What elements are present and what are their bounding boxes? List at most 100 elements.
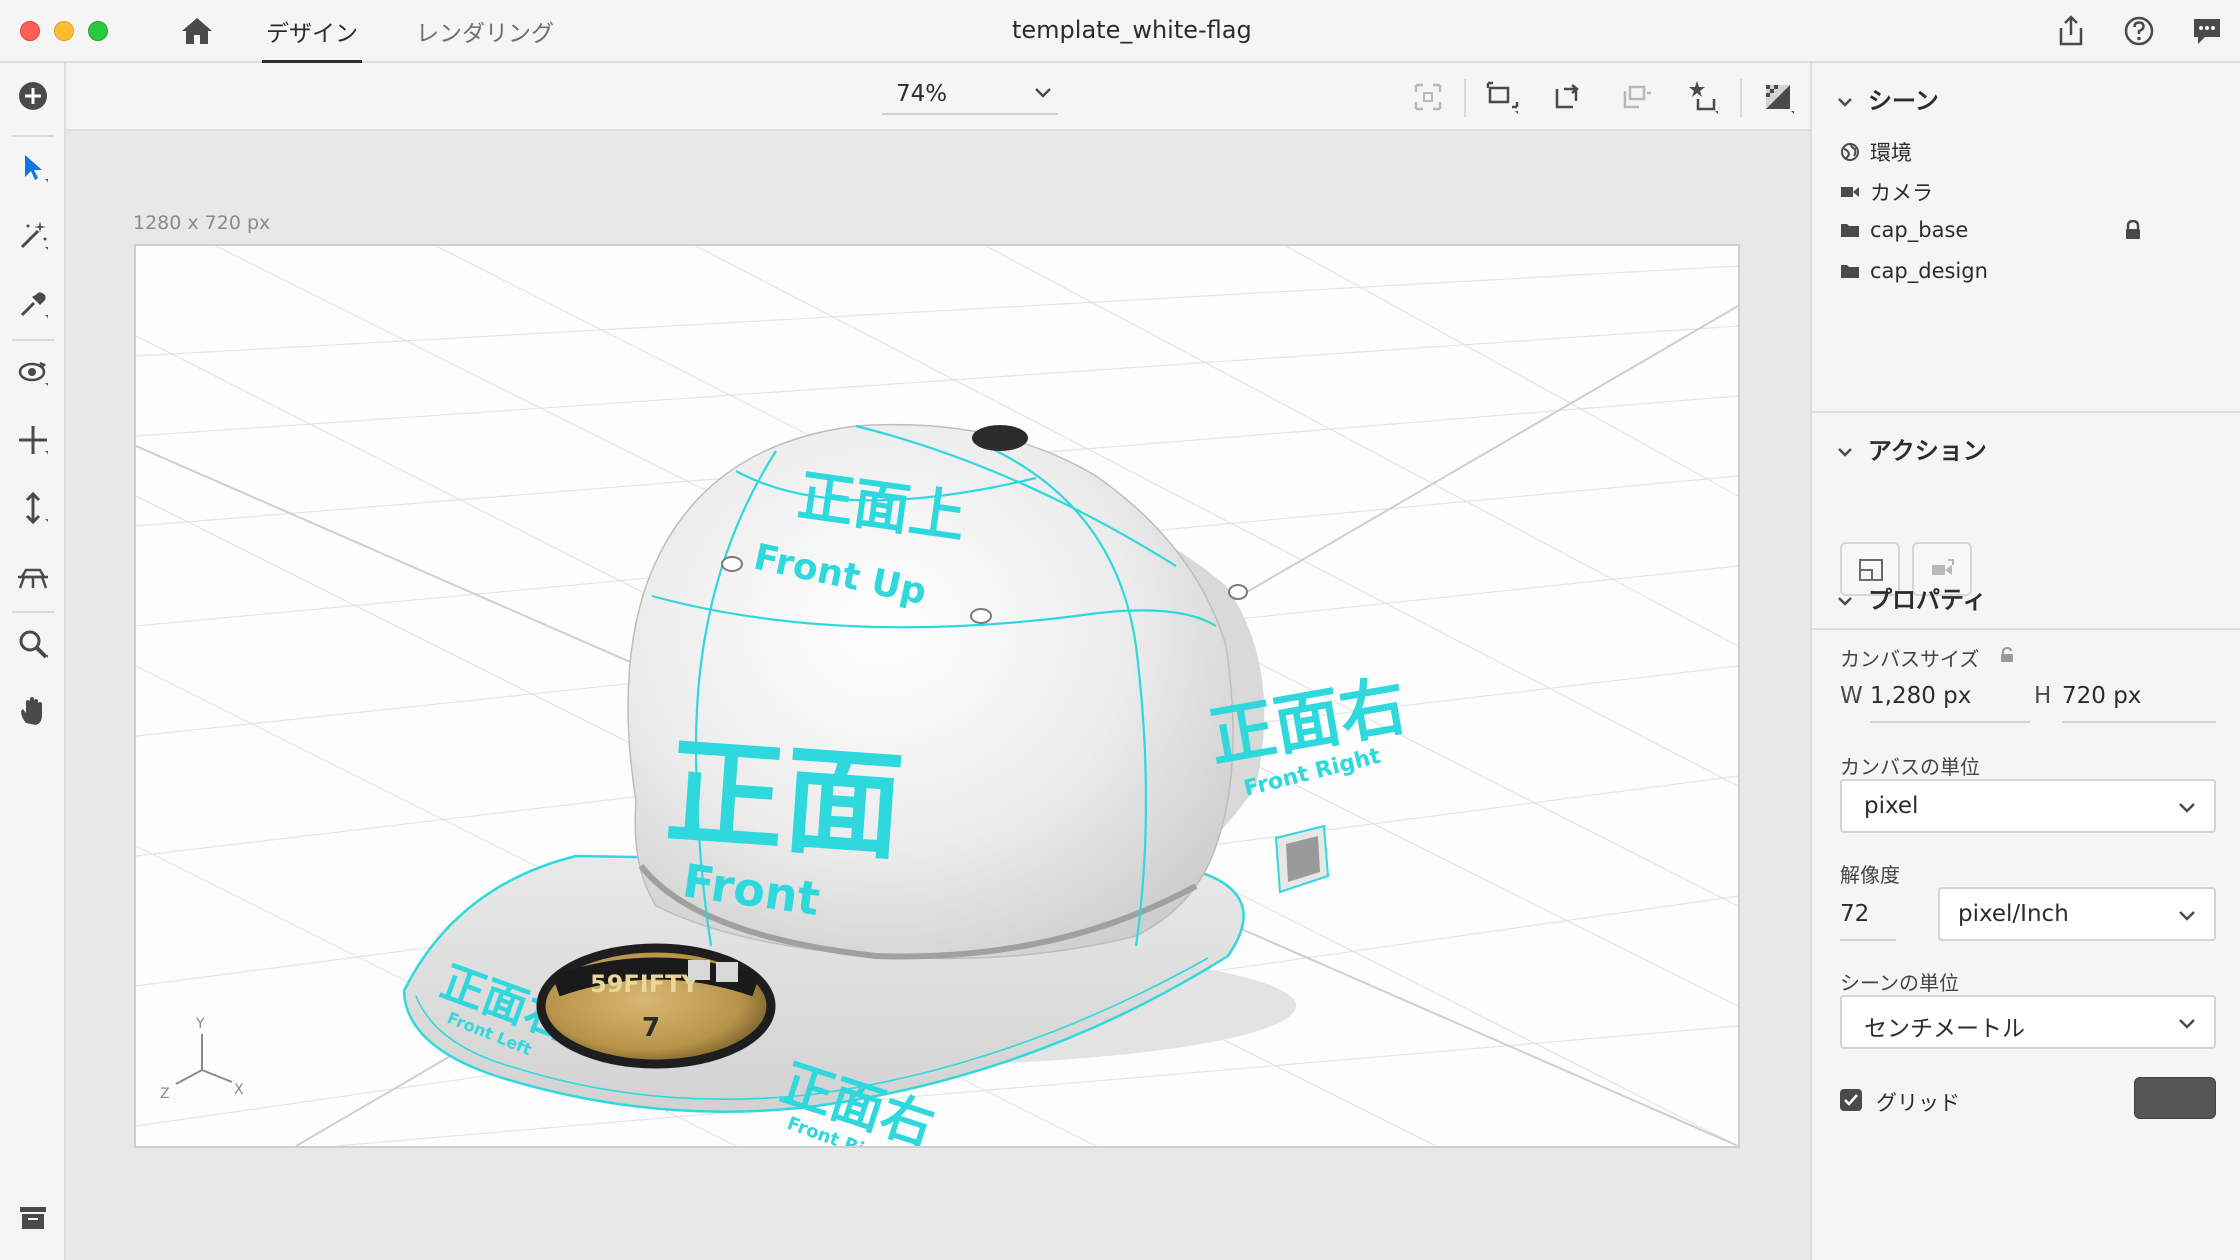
height-input-underline	[2062, 721, 2216, 723]
panel-divider	[1812, 411, 2240, 413]
options-bar: 74%	[66, 63, 1810, 131]
resolution-unit-select[interactable]: pixel/Inch	[1938, 887, 2216, 941]
share-icon[interactable]	[2054, 14, 2088, 48]
dolly-tool-icon[interactable]	[14, 489, 52, 527]
scene-item-cap-design[interactable]: cap_design	[1840, 259, 1988, 283]
checkmark-icon	[1844, 1094, 1858, 1106]
grid-checkbox[interactable]	[1840, 1089, 1862, 1111]
canvas-unit-label: カンバスの単位	[1840, 755, 1980, 779]
document-title: template_white-flag	[1012, 16, 1252, 44]
options-divider	[1464, 79, 1466, 117]
width-label: W	[1840, 683, 1863, 709]
scene-unit-select[interactable]: センチメートル	[1840, 995, 2216, 1049]
scene-item-label: 環境	[1870, 141, 1912, 165]
feedback-icon[interactable]	[2190, 14, 2224, 48]
add-light-icon[interactable]	[1684, 79, 1720, 115]
tab-design[interactable]: デザイン	[262, 14, 362, 63]
resolution-label: 解像度	[1840, 863, 1900, 887]
3d-canvas[interactable]: Y X Z 正面上 Front Up 正面 Front 正面右 Front Ri…	[134, 244, 1740, 1148]
chevron-down-icon	[1838, 448, 1852, 457]
resolution-unit-value: pixel/Inch	[1958, 901, 2069, 927]
height-input[interactable]: 720 px	[2062, 683, 2141, 709]
actions-section-toggle[interactable]: アクション	[1838, 431, 1987, 466]
scene-item-environment[interactable]: 環境	[1840, 137, 1912, 167]
properties-section-title: プロパティ	[1868, 586, 1987, 614]
render-preview-icon[interactable]	[1760, 79, 1796, 115]
scene-item-label: カメラ	[1870, 181, 1933, 205]
width-input-underline	[1870, 721, 2030, 723]
scene-viewport[interactable]: Y X Z 正面上 Front Up 正面 Front 正面右 Front Ri…	[136, 246, 1738, 1146]
canvas-unit-select[interactable]: pixel	[1840, 779, 2216, 833]
right-panel: シーン 環境 カメラ cap_base cap_design アクション プロパ…	[1810, 63, 2240, 1260]
axis-y-label: Y	[195, 1016, 205, 1032]
chevron-down-icon	[2179, 911, 2195, 921]
folder-icon	[1841, 265, 1859, 278]
camera-icon	[1841, 187, 1859, 197]
width-input[interactable]: 1,280 px	[1870, 683, 1971, 709]
tab-render[interactable]: レンダリング	[416, 14, 554, 63]
globe-icon	[1841, 143, 1859, 161]
minimize-window-button[interactable]	[54, 21, 74, 41]
eyedropper-tool-icon[interactable]	[14, 285, 52, 323]
grid-label: グリッド	[1876, 1091, 1960, 1115]
grid-color-swatch[interactable]	[2134, 1077, 2216, 1119]
magic-select-tool-icon[interactable]	[14, 217, 52, 255]
title-bar: デザイン レンダリング template_white-flag	[0, 0, 2240, 63]
hand-tool-icon[interactable]	[14, 693, 52, 731]
scene-unit-label: シーンの単位	[1840, 971, 1959, 995]
zoom-window-button[interactable]	[88, 21, 108, 41]
place-on-ground-icon[interactable]	[1550, 79, 1586, 115]
zoom-value: 74%	[896, 81, 948, 107]
side-flag-logo	[1274, 824, 1330, 894]
actions-section-title: アクション	[1868, 437, 1987, 465]
visor-sticker: 59FIFTY 7	[536, 943, 776, 1069]
scene-item-label: cap_base	[1870, 218, 1969, 242]
axis-z-label: Z	[160, 1086, 170, 1102]
scene-item-label: cap_design	[1870, 259, 1988, 283]
frame-selection-icon[interactable]	[1410, 79, 1446, 115]
home-icon[interactable]	[180, 16, 214, 46]
toolbar-divider	[12, 339, 54, 341]
canvas-size-field-label: カンバスサイズ	[1840, 647, 1980, 671]
chevron-down-icon	[1035, 88, 1051, 98]
canvas-size-label: 1280 x 720 px	[133, 212, 271, 234]
zoom-dropdown[interactable]: 74%	[882, 73, 1058, 115]
unlock-icon[interactable]	[2000, 647, 2014, 663]
libraries-icon[interactable]	[14, 1199, 52, 1237]
folder-icon	[1841, 224, 1859, 237]
panel-divider	[1812, 628, 2240, 630]
sticker-size-text: 7	[642, 1013, 660, 1043]
axis-gizmo	[175, 1034, 233, 1085]
fit-canvas-icon[interactable]	[1484, 79, 1520, 115]
toolbar-divider	[12, 135, 54, 137]
zoom-tool-icon[interactable]	[14, 625, 52, 663]
help-icon[interactable]	[2122, 14, 2156, 48]
scene-item-camera[interactable]: カメラ	[1840, 177, 1933, 207]
axis-x-label: X	[234, 1082, 244, 1098]
scene-section-toggle[interactable]: シーン	[1838, 81, 1939, 116]
resolution-input[interactable]: 72	[1840, 901, 1869, 927]
options-divider	[1740, 79, 1742, 117]
add-content-icon[interactable]	[14, 77, 52, 115]
height-label: H	[2034, 683, 2052, 709]
toolbar-divider	[12, 611, 54, 613]
lock-icon[interactable]	[2124, 220, 2142, 240]
chevron-down-icon	[2179, 1019, 2195, 1029]
sticker-brand-text: 59FIFTY	[590, 970, 699, 998]
tools-panel	[0, 63, 66, 1260]
cap-model[interactable]: 正面上 Front Up 正面 Front 正面右 Front Right 正面…	[402, 423, 1412, 1146]
pan-tool-icon[interactable]	[14, 421, 52, 459]
select-tool-icon[interactable]	[14, 149, 52, 187]
close-window-button[interactable]	[20, 21, 40, 41]
canvas-unit-value: pixel	[1864, 793, 1919, 819]
chevron-down-icon	[1838, 597, 1852, 606]
cap-top-button	[972, 425, 1028, 451]
label-front-jp: 正面	[662, 722, 907, 876]
horizon-tool-icon[interactable]	[14, 557, 52, 595]
chevron-down-icon	[2179, 803, 2195, 813]
properties-section-toggle[interactable]: プロパティ	[1838, 580, 1987, 615]
snap-icon[interactable]	[1618, 79, 1654, 115]
scene-item-cap-base[interactable]: cap_base	[1840, 218, 1968, 242]
orbit-tool-icon[interactable]	[14, 353, 52, 391]
scene-section-title: シーン	[1868, 87, 1939, 115]
